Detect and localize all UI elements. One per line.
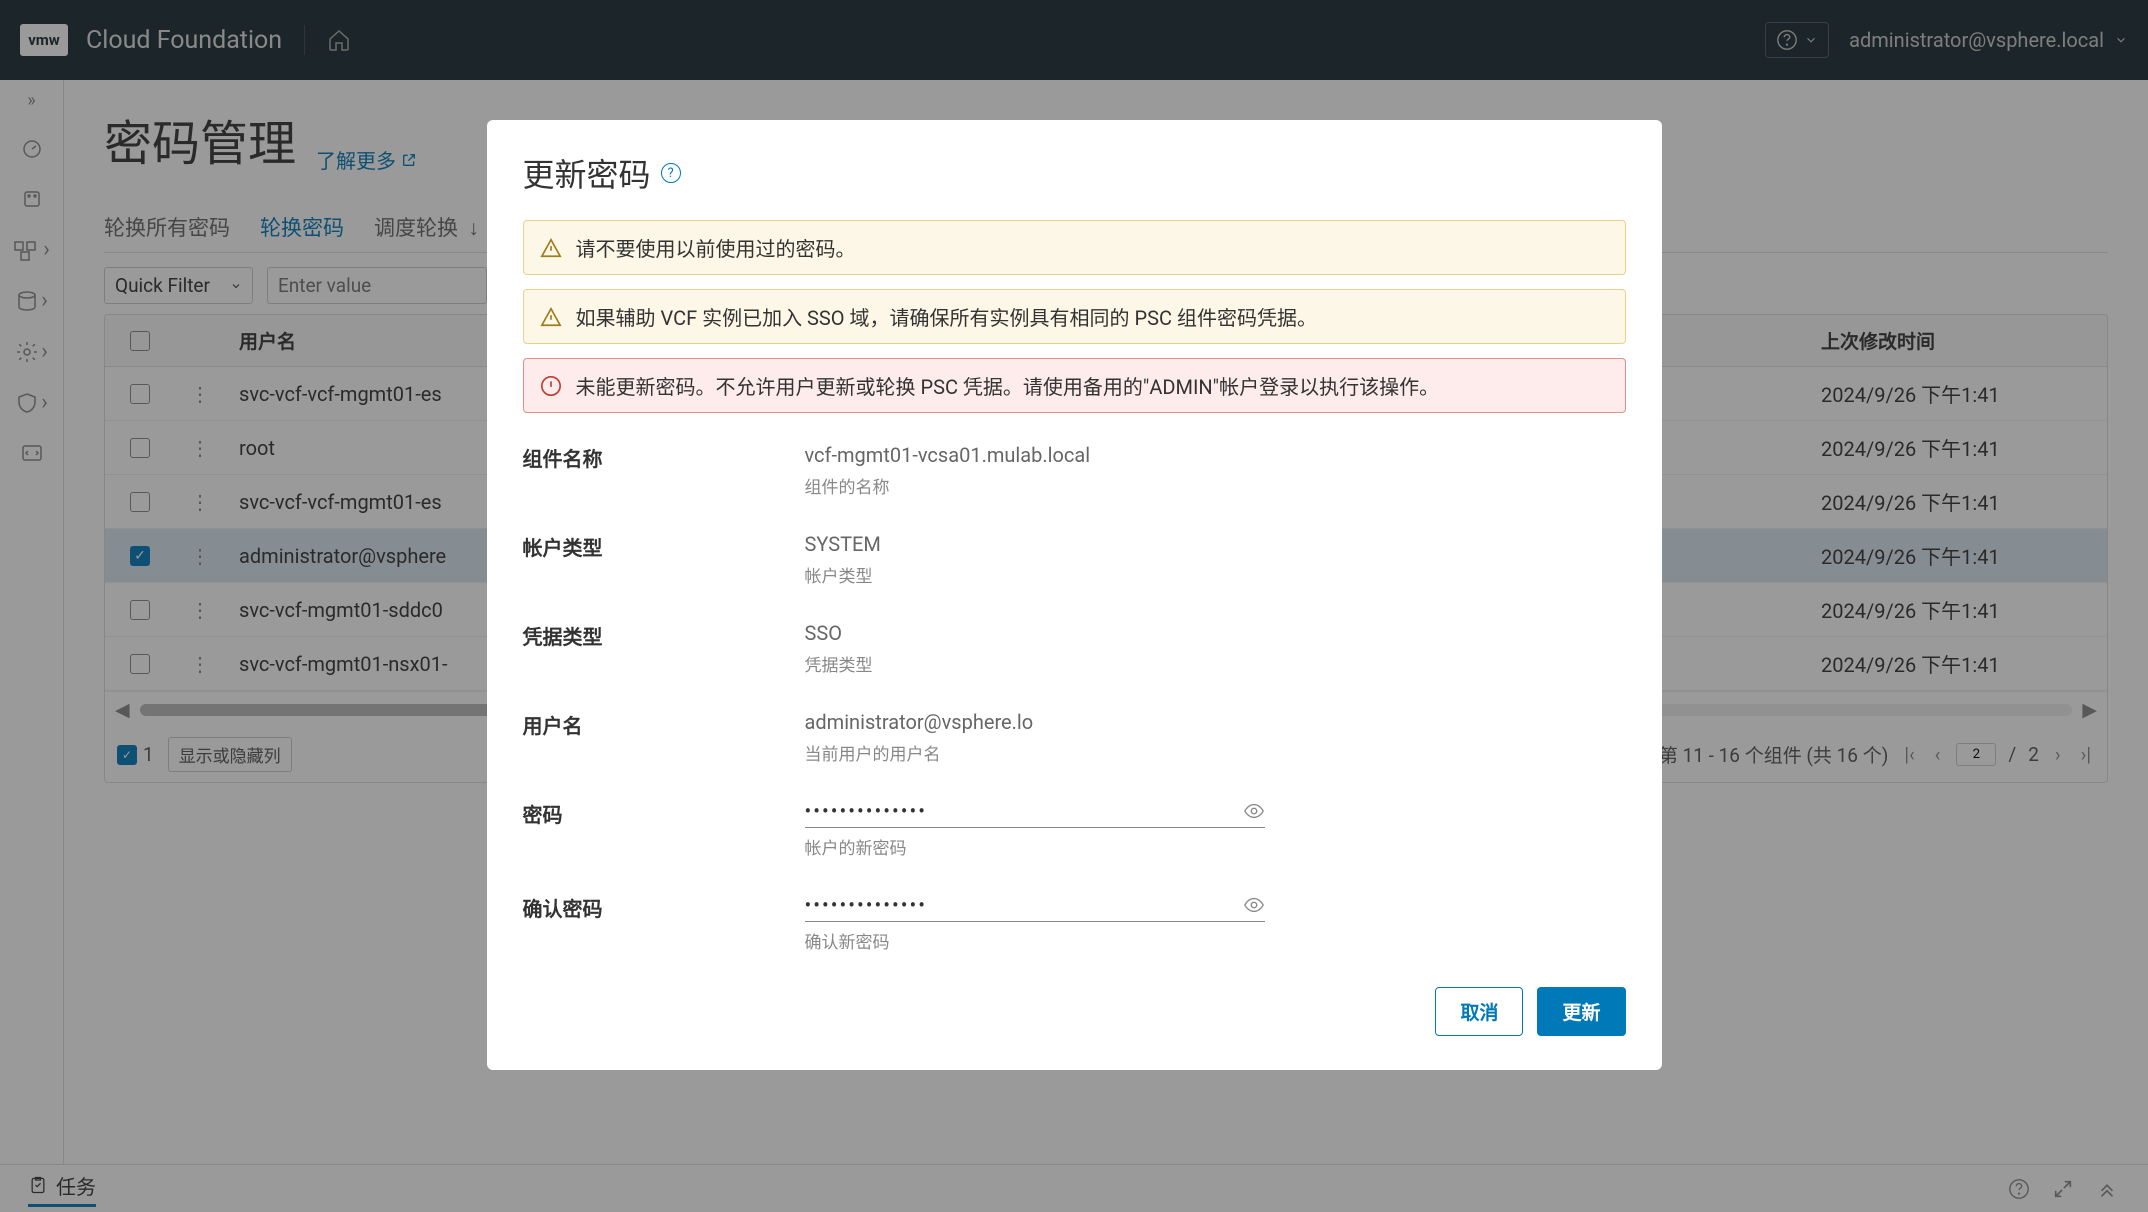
toggle-confirm-password-icon[interactable] — [1243, 894, 1265, 916]
cred-type-value: SSO — [805, 621, 1626, 645]
component-sub: 组件的名称 — [805, 473, 1626, 498]
error-icon — [540, 375, 562, 397]
alert-error: 未能更新密码。不允许用户更新或轮换 PSC 凭据。请使用备用的"ADMIN"帐户… — [523, 358, 1626, 413]
account-type-value: SYSTEM — [805, 532, 1626, 556]
cancel-button[interactable]: 取消 — [1435, 987, 1523, 1036]
component-value: vcf-mgmt01-vcsa01.mulab.local — [805, 443, 1626, 467]
confirm-password-sub: 确认新密码 — [805, 928, 1626, 953]
alert-text: 请不要使用以前使用过的密码。 — [576, 233, 856, 262]
cred-type-label: 凭据类型 — [523, 621, 805, 676]
alert-text: 如果辅助 VCF 实例已加入 SSO 域，请确保所有实例具有相同的 PSC 组件… — [576, 302, 1317, 331]
modal-help-icon[interactable]: ? — [661, 163, 681, 183]
modal-title: 更新密码 ? — [523, 150, 1626, 196]
component-label: 组件名称 — [523, 443, 805, 498]
alert-warning-2: 如果辅助 VCF 实例已加入 SSO 域，请确保所有实例具有相同的 PSC 组件… — [523, 289, 1626, 344]
username-sub: 当前用户的用户名 — [805, 740, 1626, 765]
modal-overlay: 更新密码 ? 请不要使用以前使用过的密码。 如果辅助 VCF 实例已加入 SSO… — [0, 0, 2148, 1212]
warning-icon — [540, 237, 562, 259]
password-label: 密码 — [523, 799, 805, 859]
alert-warning-1: 请不要使用以前使用过的密码。 — [523, 220, 1626, 275]
confirm-password-input[interactable] — [805, 893, 1243, 917]
update-password-modal: 更新密码 ? 请不要使用以前使用过的密码。 如果辅助 VCF 实例已加入 SSO… — [487, 120, 1662, 1070]
warning-icon — [540, 306, 562, 328]
update-button[interactable]: 更新 — [1537, 987, 1625, 1036]
password-input[interactable] — [805, 799, 1243, 823]
toggle-password-icon[interactable] — [1243, 800, 1265, 822]
account-type-label: 帐户类型 — [523, 532, 805, 587]
alert-text: 未能更新密码。不允许用户更新或轮换 PSC 凭据。请使用备用的"ADMIN"帐户… — [576, 371, 1440, 400]
password-sub: 帐户的新密码 — [805, 834, 1626, 859]
account-type-sub: 帐户类型 — [805, 562, 1626, 587]
username-label: 用户名 — [523, 710, 805, 765]
username-value: administrator@vsphere.lo — [805, 710, 1626, 734]
cred-type-sub: 凭据类型 — [805, 651, 1626, 676]
confirm-password-label: 确认密码 — [523, 893, 805, 953]
